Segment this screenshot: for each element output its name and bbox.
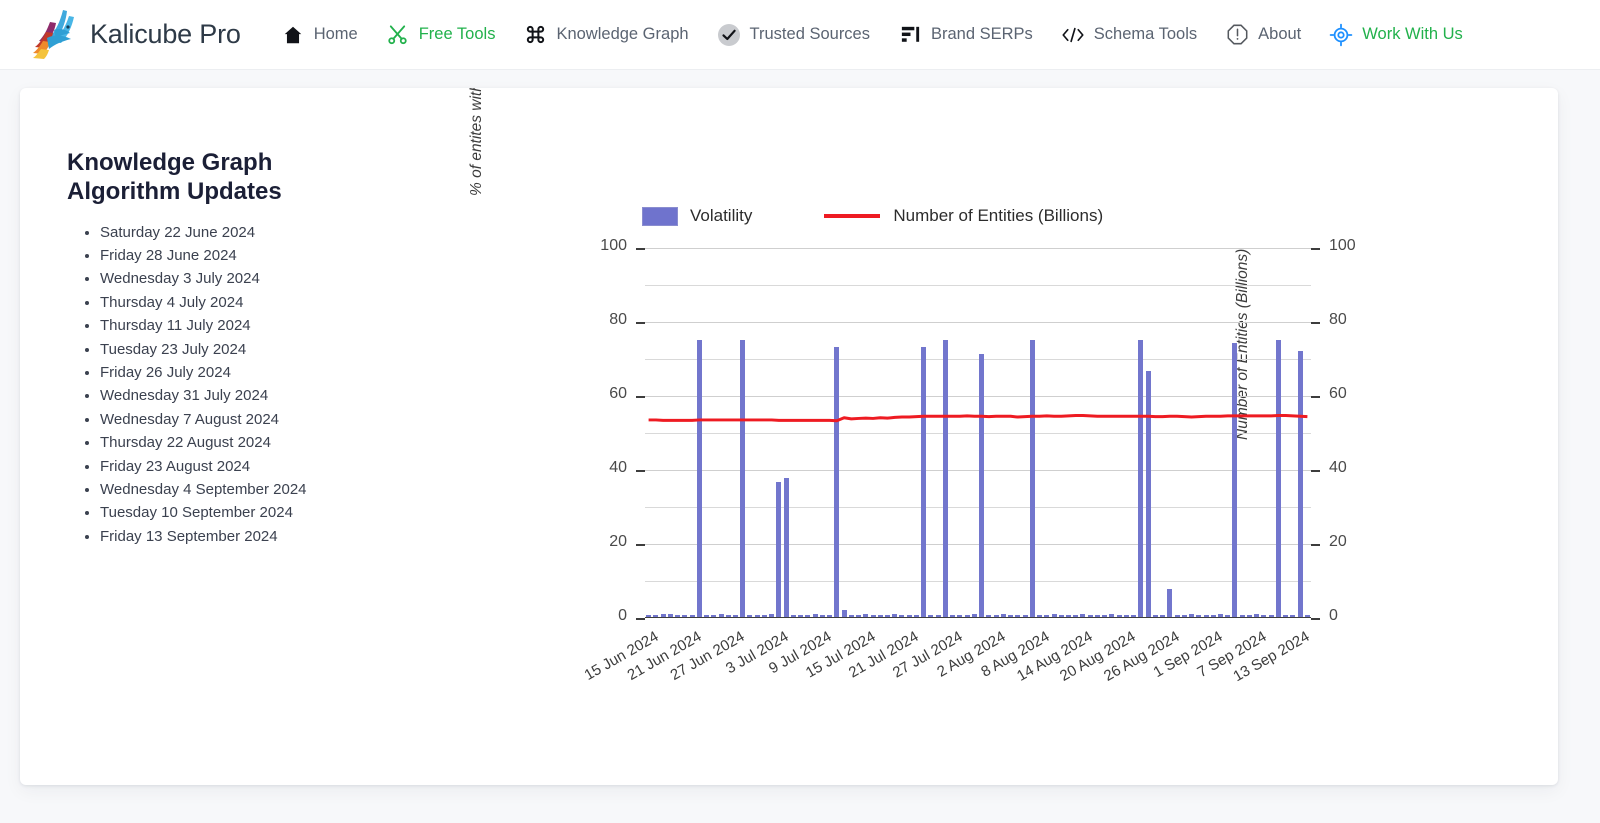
legend-line-entities <box>824 214 880 218</box>
legend-swatch-volatility <box>642 207 678 226</box>
main-content-card: Knowledge Graph Algorithm Updates Saturd… <box>20 88 1558 785</box>
axis-tick-mark <box>1311 322 1320 324</box>
nav-item-about[interactable]: About <box>1211 17 1315 53</box>
algorithm-update-date-item: Saturday 22 June 2024 <box>100 221 490 244</box>
nav-label-brand-serps: Brand SERPs <box>931 25 1033 44</box>
chart-legend: Volatility Number of Entities (Billions) <box>642 206 1103 226</box>
nav-item-work-with-us[interactable]: Work With Us <box>1315 17 1477 53</box>
axis-tick-mark <box>1311 618 1320 620</box>
legend-label-volatility: Volatility <box>690 206 752 226</box>
axis-tick-mark <box>636 618 645 620</box>
axis-tick-mark <box>1311 544 1320 546</box>
y-axis-right-tick-label: 60 <box>1329 385 1369 403</box>
nav-item-free-tools[interactable]: Free Tools <box>372 17 510 53</box>
algorithm-update-date-list: Saturday 22 June 2024Friday 28 June 2024… <box>67 221 490 549</box>
axis-tick-mark <box>1311 248 1320 250</box>
page-title: Knowledge Graph Algorithm Updates <box>67 148 387 207</box>
axis-tick-mark <box>636 544 645 546</box>
axis-tick-mark <box>636 396 645 398</box>
exclamation-octagon-icon <box>1225 23 1249 47</box>
check-circle-icon <box>717 23 741 47</box>
algorithm-update-date-item: Tuesday 23 July 2024 <box>100 338 490 361</box>
brand-name-text: Kalicube Pro <box>90 19 241 50</box>
algorithm-update-date-item: Tuesday 10 September 2024 <box>100 501 490 524</box>
algorithm-update-date-item: Friday 28 June 2024 <box>100 244 490 267</box>
nav-label-work-with-us: Work With Us <box>1362 25 1463 44</box>
updates-panel: Knowledge Graph Algorithm Updates Saturd… <box>20 88 490 785</box>
kalicube-bird-logo-icon <box>30 8 82 62</box>
y-axis-left-title: % of entites with a confidence score cha… <box>468 88 486 196</box>
y-axis-right-tick-label: 20 <box>1329 533 1369 551</box>
algorithm-update-date-item: Wednesday 7 August 2024 <box>100 408 490 431</box>
nav-item-home[interactable]: Home <box>267 17 372 53</box>
nav-item-knowledge-graph[interactable]: Knowledge Graph <box>509 17 702 53</box>
brand-logo-link[interactable]: Kalicube Pro <box>30 8 241 62</box>
y-axis-right-tick-label: 80 <box>1329 311 1369 329</box>
algorithm-update-date-item: Friday 26 July 2024 <box>100 361 490 384</box>
target-icon <box>1329 23 1353 47</box>
nav-label-trusted-sources: Trusted Sources <box>750 25 870 44</box>
y-axis-left-tick-label: 0 <box>587 607 627 625</box>
axis-tick-mark <box>636 322 645 324</box>
axis-tick-mark <box>636 248 645 250</box>
legend-item-volatility[interactable]: Volatility <box>642 206 752 226</box>
legend-item-entities[interactable]: Number of Entities (Billions) <box>824 206 1103 226</box>
volatility-chart: Volatility Number of Entities (Billions)… <box>490 88 1558 785</box>
nav-label-home: Home <box>314 25 358 44</box>
algorithm-update-date-item: Thursday 4 July 2024 <box>100 291 490 314</box>
nav-item-trusted-sources[interactable]: Trusted Sources <box>703 17 884 53</box>
axis-tick-mark <box>1311 396 1320 398</box>
y-axis-right-tick-label: 100 <box>1329 237 1369 255</box>
chart-plot-area <box>645 248 1311 618</box>
code-brackets-icon <box>1061 23 1085 47</box>
y-axis-left-tick-label: 80 <box>587 311 627 329</box>
nav-item-brand-serps[interactable]: Brand SERPs <box>884 17 1047 53</box>
nav-item-schema-tools[interactable]: Schema Tools <box>1047 17 1211 53</box>
scissors-icon <box>386 23 410 47</box>
axis-tick-mark <box>1311 470 1320 472</box>
y-axis-left-tick-label: 60 <box>587 385 627 403</box>
algorithm-update-date-item: Thursday 11 July 2024 <box>100 314 490 337</box>
home-icon <box>281 23 305 47</box>
command-icon <box>523 23 547 47</box>
serp-layout-icon <box>898 23 922 47</box>
nav-label-free-tools: Free Tools <box>419 25 496 44</box>
legend-label-entities: Number of Entities (Billions) <box>893 206 1103 226</box>
algorithm-update-date-item: Wednesday 4 September 2024 <box>100 478 490 501</box>
algorithm-update-date-item: Wednesday 31 July 2024 <box>100 384 490 407</box>
algorithm-update-date-item: Friday 23 August 2024 <box>100 455 490 478</box>
nav-label-knowledge-graph: Knowledge Graph <box>556 25 688 44</box>
y-axis-left-tick-label: 40 <box>587 459 627 477</box>
axis-tick-mark <box>636 470 645 472</box>
y-axis-left-tick-label: 100 <box>587 237 627 255</box>
top-navigation-bar: Kalicube Pro Home Free Tools K <box>0 0 1600 70</box>
entities-line-series <box>645 248 1311 617</box>
nav-label-schema-tools: Schema Tools <box>1094 25 1197 44</box>
y-axis-right-tick-label: 40 <box>1329 459 1369 477</box>
y-axis-right-tick-label: 0 <box>1329 607 1369 625</box>
nav-label-about: About <box>1258 25 1301 44</box>
algorithm-update-date-item: Friday 13 September 2024 <box>100 525 490 548</box>
algorithm-update-date-item: Thursday 22 August 2024 <box>100 431 490 454</box>
algorithm-update-date-item: Wednesday 3 July 2024 <box>100 267 490 290</box>
y-axis-left-tick-label: 20 <box>587 533 627 551</box>
